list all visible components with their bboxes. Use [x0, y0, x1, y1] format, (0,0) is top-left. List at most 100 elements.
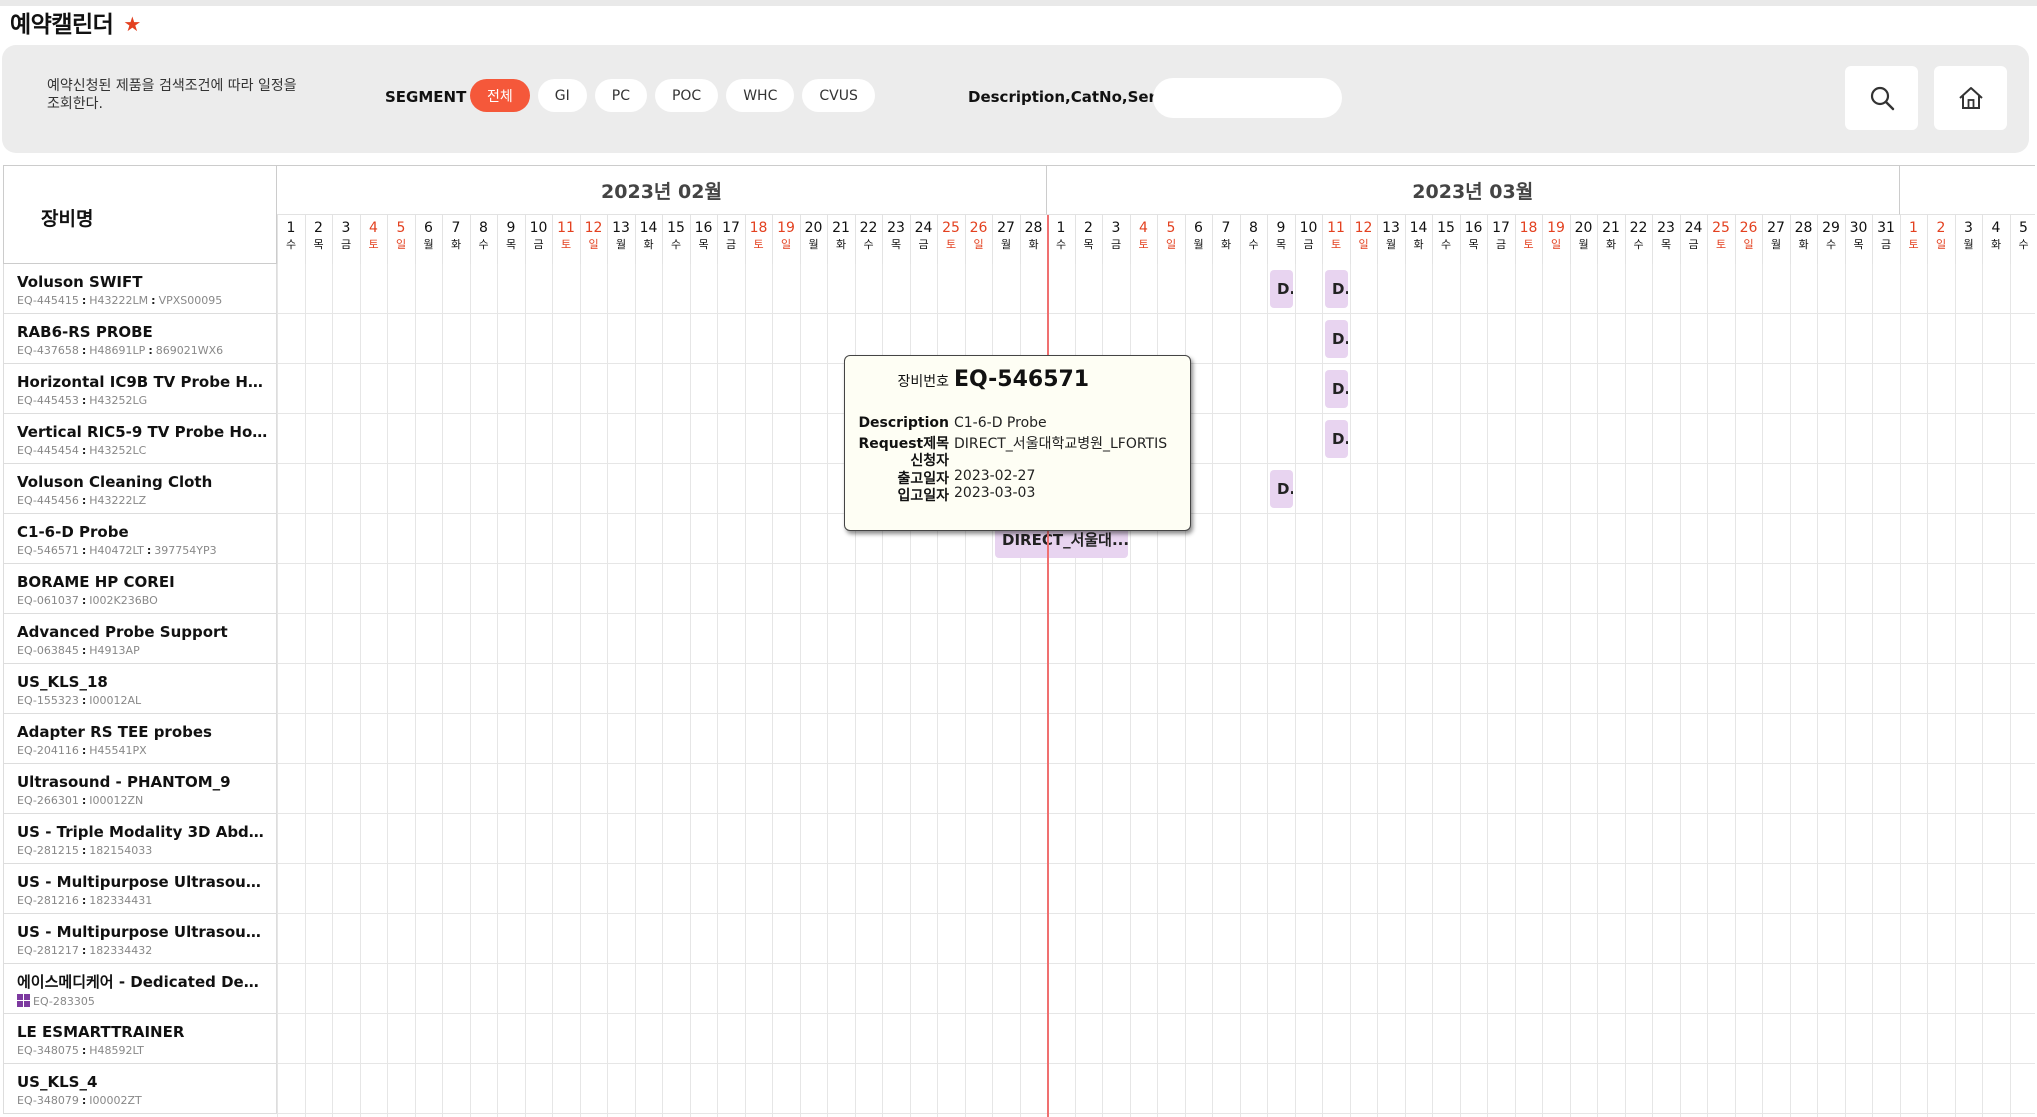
equipment-name: US_KLS_18: [17, 673, 108, 691]
day-number: 20: [1574, 220, 1593, 236]
segment-pill-3[interactable]: POC: [654, 79, 719, 112]
day-number: 3: [1964, 220, 1973, 236]
day-number: 2: [1936, 220, 1946, 236]
equipment-code: H43252LC: [89, 444, 147, 457]
reservation-bar[interactable]: D.: [1270, 270, 1293, 308]
weekday-label: 목: [1275, 238, 1287, 251]
weekday-label: 일: [588, 238, 599, 251]
equipment-row[interactable]: US - Multipurpose Ultrasound P... EQ-2812…: [3, 864, 277, 914]
equipment-row[interactable]: Adapter RS TEE probes EQ-204116: H45541PX: [3, 714, 277, 764]
day-number: 8: [479, 220, 488, 236]
day-gridline: [717, 264, 718, 1117]
equipment-row[interactable]: Ultrasound - PHANTOM_9 EQ-266301: I00012ZN: [3, 764, 277, 814]
weekday-label: 일: [973, 238, 984, 251]
favorite-star-icon[interactable]: ★: [123, 12, 141, 36]
code-separator: :: [81, 644, 87, 657]
day-gridline: [1404, 264, 1406, 1117]
search-input[interactable]: [1153, 78, 1342, 118]
day-number: 27: [997, 220, 1015, 236]
day-gridline: [827, 264, 828, 1117]
segment-pill-5[interactable]: CVUS: [802, 79, 875, 112]
equipment-row[interactable]: BORAME HP COREI EQ-061037: I002K236BO: [3, 564, 277, 614]
equipment-code: H43222LZ: [89, 494, 147, 507]
day-header-cell: 18 토: [1514, 215, 1542, 264]
equipment-row[interactable]: US - Triple Modality 3D Abdomi... EQ-2812…: [3, 814, 277, 864]
day-number: 13: [612, 220, 630, 236]
equipment-row[interactable]: US_KLS_4 EQ-348079: I00002ZT: [3, 1064, 277, 1114]
equipment-code: EQ-445456: [17, 494, 79, 507]
equipment-code: H48592LT: [89, 1044, 144, 1057]
day-header-cell: 15 수: [1432, 215, 1459, 264]
weekday-label: 월: [1000, 238, 1012, 251]
equipment-row[interactable]: US - Multipurpose Ultrasound P... EQ-2812…: [3, 914, 277, 964]
equipment-name: Vertical RIC5-9 TV Probe Holder ...: [17, 423, 270, 441]
home-button[interactable]: [1934, 66, 2007, 130]
equipment-name: Ultrasound - PHANTOM_9: [17, 773, 231, 791]
weekday-label: 수: [285, 238, 297, 251]
equipment-row[interactable]: Voluson Cleaning Cloth EQ-445456: H43222LZ: [3, 464, 277, 514]
reservation-bar[interactable]: D.: [1325, 370, 1348, 408]
equipment-row[interactable]: Advanced Probe Support EQ-063845: H4913AP: [3, 614, 277, 664]
day-header-cell: 10 금: [1294, 215, 1322, 264]
equipment-row[interactable]: Voluson SWIFT EQ-445415: H43222LM: VPXS0009…: [3, 264, 277, 314]
equipment-row[interactable]: US_KLS_18 EQ-155323: I00012AL: [3, 664, 277, 714]
code-separator: :: [81, 1044, 87, 1057]
day-number: 26: [969, 220, 988, 236]
equipment-code: H40472LT: [89, 544, 144, 557]
reservation-bar[interactable]: D.: [1270, 470, 1293, 508]
equipment-code: EQ-281216: [17, 894, 79, 907]
day-number: 30: [1849, 220, 1868, 236]
segment-pill-1[interactable]: GI: [537, 79, 587, 112]
day-number: 22: [1629, 220, 1648, 236]
equipment-row[interactable]: C1-6-D Probe EQ-546571: H40472LT:397754YP3: [3, 514, 277, 564]
day-gridline: [579, 264, 581, 1117]
day-header-cell: 4토: [1129, 215, 1157, 264]
equipment-row[interactable]: RAB6-RS PROBE EQ-437658: H48691LP:869021WX…: [3, 314, 277, 364]
day-number: 1: [286, 220, 296, 236]
day-gridline: [1817, 264, 1818, 1117]
equipment-codes: EQ-204116: H45541PX: [17, 744, 276, 757]
segment-pill-2[interactable]: PC: [594, 79, 647, 112]
day-gridline: [1707, 264, 1708, 1117]
day-header-cell: 2일: [1927, 215, 1954, 264]
segment-pill-0[interactable]: 전체: [470, 79, 530, 112]
page-title: 예약캘린더: [10, 12, 114, 38]
segment-pill-4[interactable]: WHC: [726, 79, 795, 112]
day-number: 11: [1327, 220, 1345, 236]
weekday-label: 일: [1165, 238, 1177, 251]
day-number: 4: [1991, 220, 2001, 236]
month-label: 2023년 03월: [1047, 165, 1900, 215]
calendar-grid: 2023년 02월 2023년 03월 1 수 2 목 3 금 4 토 5 일 6 월 7 화 8 수 9 목 10 금…: [277, 165, 2035, 1117]
equipment-row[interactable]: LE ESMARTTRAINER EQ-348075: H48592LT: [3, 1014, 277, 1064]
equipment-codes: EQ-061037: I002K236BO: [17, 594, 276, 607]
reservation-bar[interactable]: D.: [1325, 270, 1348, 308]
equipment-row[interactable]: 에이스메디케어 - Dedicated Dem... EQ-283305: [3, 964, 277, 1014]
equipment-codes: EQ-266301: I00012ZN: [17, 794, 276, 807]
code-separator: :: [81, 294, 87, 307]
code-separator: :: [81, 344, 87, 357]
reservation-bar[interactable]: D.: [1325, 420, 1348, 458]
day-header-cell: 16 목: [1459, 215, 1487, 264]
code-separator: :: [148, 344, 153, 357]
equipment-code: EQ-281215: [17, 844, 79, 857]
equipment-row[interactable]: Vertical RIC5-9 TV Probe Holder ... EQ-44…: [3, 414, 277, 464]
row-gridline: [277, 1013, 2035, 1014]
equipment-row[interactable]: Horizontal IC9B TV Probe Holde... EQ-4454…: [3, 364, 277, 414]
day-header-cell: 20 월: [799, 215, 827, 264]
code-separator: :: [81, 1094, 87, 1107]
day-gridline: [1597, 264, 1598, 1117]
page-header: 예약캘린더 ★: [10, 4, 141, 40]
weekday-label: 화: [835, 238, 847, 251]
day-header-cell: 2목: [1074, 215, 1102, 264]
day-number: 6: [1194, 220, 1203, 236]
reservation-bar[interactable]: D.: [1325, 320, 1348, 358]
equipment-code: H48691LP: [89, 344, 146, 357]
month-label: 2023년 02월: [277, 165, 1047, 215]
day-number: 18: [1519, 220, 1538, 236]
day-number: 4: [369, 220, 378, 236]
search-button[interactable]: [1845, 66, 1918, 130]
row-gridline: [277, 1113, 2035, 1114]
day-number: 7: [451, 220, 461, 236]
day-header-cell: 17 금: [717, 215, 744, 264]
equipment-code: EQ-445454: [17, 444, 79, 457]
